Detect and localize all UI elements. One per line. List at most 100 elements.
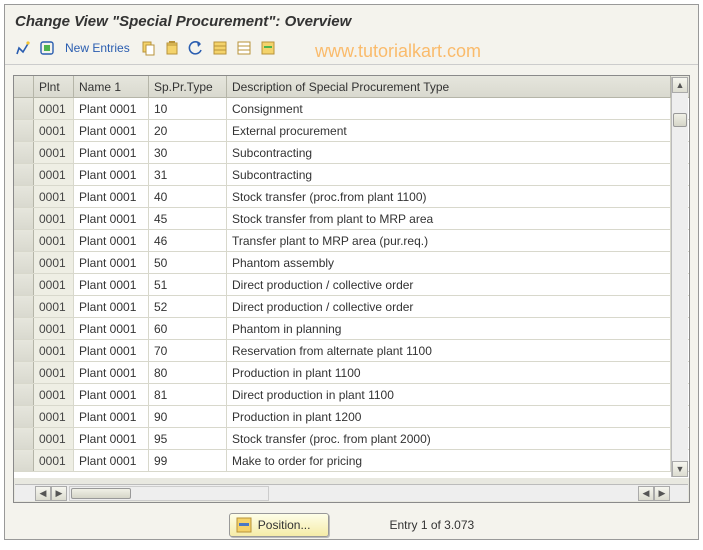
select-all-column-header[interactable] [14, 76, 34, 97]
cell-desc[interactable]: Direct production / collective order [227, 274, 671, 295]
horizontal-scrollbar: ◀ ▶ ◀ ▶ [15, 484, 688, 501]
cell-sptype[interactable]: 45 [149, 208, 227, 229]
row-selector[interactable] [14, 252, 34, 273]
row-selector[interactable] [14, 142, 34, 163]
position-icon [236, 517, 252, 533]
row-selector[interactable] [14, 120, 34, 141]
row-selector[interactable] [14, 428, 34, 449]
column-header-desc[interactable]: Description of Special Procurement Type [227, 76, 671, 97]
column-header-plnt[interactable]: Plnt [34, 76, 74, 97]
cell-sptype[interactable]: 50 [149, 252, 227, 273]
cell-sptype[interactable]: 81 [149, 384, 227, 405]
cell-plnt: 0001 [34, 230, 74, 251]
cell-sptype[interactable]: 46 [149, 230, 227, 251]
undo-change-icon[interactable] [186, 38, 206, 58]
cell-desc[interactable]: Stock transfer from plant to MRP area [227, 208, 671, 229]
table-row[interactable]: 0001Plant 000151Direct production / coll… [14, 274, 689, 296]
scroll-left-end-icon[interactable]: ◀ [638, 486, 654, 501]
cell-desc[interactable]: Production in plant 1200 [227, 406, 671, 427]
row-selector[interactable] [14, 296, 34, 317]
horizontal-scroll-track[interactable] [69, 486, 269, 501]
row-selector[interactable] [14, 98, 34, 119]
cell-sptype[interactable]: 90 [149, 406, 227, 427]
delete-icon[interactable] [162, 38, 182, 58]
column-header-sptype[interactable]: Sp.Pr.Type [149, 76, 227, 97]
cell-desc[interactable]: External procurement [227, 120, 671, 141]
deselect-all-icon[interactable] [234, 38, 254, 58]
cell-desc[interactable]: Phantom in planning [227, 318, 671, 339]
cell-sptype[interactable]: 80 [149, 362, 227, 383]
table-row[interactable]: 0001Plant 000150Phantom assembly [14, 252, 689, 274]
cell-sptype[interactable]: 52 [149, 296, 227, 317]
table-row[interactable]: 0001Plant 000145Stock transfer from plan… [14, 208, 689, 230]
row-selector[interactable] [14, 274, 34, 295]
cell-desc[interactable]: Subcontracting [227, 142, 671, 163]
vertical-scroll-thumb[interactable] [673, 113, 687, 127]
cell-sptype[interactable]: 95 [149, 428, 227, 449]
cell-plnt: 0001 [34, 340, 74, 361]
row-selector[interactable] [14, 230, 34, 251]
table-settings-icon[interactable] [258, 38, 278, 58]
cell-sptype[interactable]: 20 [149, 120, 227, 141]
cell-desc[interactable]: Direct production / collective order [227, 296, 671, 317]
data-grid: Plnt Name 1 Sp.Pr.Type Description of Sp… [13, 75, 690, 503]
row-selector[interactable] [14, 318, 34, 339]
column-header-name1[interactable]: Name 1 [74, 76, 149, 97]
cell-desc[interactable]: Subcontracting [227, 164, 671, 185]
cell-sptype[interactable]: 60 [149, 318, 227, 339]
select-all-icon[interactable] [210, 38, 230, 58]
cell-desc[interactable]: Make to order for pricing [227, 450, 671, 471]
cell-desc[interactable]: Production in plant 1100 [227, 362, 671, 383]
position-button[interactable]: Position... [229, 513, 330, 537]
scroll-up-icon[interactable]: ▲ [672, 77, 688, 93]
table-row[interactable]: 0001Plant 000181Direct production in pla… [14, 384, 689, 406]
scroll-right-end-icon[interactable]: ▶ [654, 486, 670, 501]
cell-desc[interactable]: Reservation from alternate plant 1100 [227, 340, 671, 361]
table-row[interactable]: 0001Plant 000199Make to order for pricin… [14, 450, 689, 472]
cell-desc[interactable]: Stock transfer (proc.from plant 1100) [227, 186, 671, 207]
table-row[interactable]: 0001Plant 000190Production in plant 1200 [14, 406, 689, 428]
table-row[interactable]: 0001Plant 000131Subcontracting [14, 164, 689, 186]
table-row[interactable]: 0001Plant 000170Reservation from alterna… [14, 340, 689, 362]
cell-desc[interactable]: Transfer plant to MRP area (pur.req.) [227, 230, 671, 251]
new-entries-button[interactable]: New Entries [61, 41, 134, 55]
table-row[interactable]: 0001Plant 000195Stock transfer (proc. fr… [14, 428, 689, 450]
scroll-left-icon[interactable]: ◀ [35, 486, 51, 501]
cell-plnt: 0001 [34, 406, 74, 427]
vertical-scrollbar[interactable]: ▲ ▼ [671, 77, 688, 477]
row-selector[interactable] [14, 384, 34, 405]
row-selector[interactable] [14, 340, 34, 361]
row-selector[interactable] [14, 186, 34, 207]
cell-desc[interactable]: Consignment [227, 98, 671, 119]
copy-as-icon[interactable] [138, 38, 158, 58]
row-selector[interactable] [14, 406, 34, 427]
table-row[interactable]: 0001Plant 000110Consignment [14, 98, 689, 120]
row-selector[interactable] [14, 208, 34, 229]
cell-sptype[interactable]: 40 [149, 186, 227, 207]
table-row[interactable]: 0001Plant 000160Phantom in planning [14, 318, 689, 340]
cell-plnt: 0001 [34, 274, 74, 295]
table-row[interactable]: 0001Plant 000120External procurement [14, 120, 689, 142]
select-view-icon[interactable] [37, 38, 57, 58]
cell-sptype[interactable]: 70 [149, 340, 227, 361]
cell-desc[interactable]: Phantom assembly [227, 252, 671, 273]
table-row[interactable]: 0001Plant 000140Stock transfer (proc.fro… [14, 186, 689, 208]
table-row[interactable]: 0001Plant 000152Direct production / coll… [14, 296, 689, 318]
scroll-right-icon[interactable]: ▶ [51, 486, 67, 501]
cell-sptype[interactable]: 10 [149, 98, 227, 119]
toggle-display-change-icon[interactable] [13, 38, 33, 58]
table-row[interactable]: 0001Plant 000130Subcontracting [14, 142, 689, 164]
cell-desc[interactable]: Stock transfer (proc. from plant 2000) [227, 428, 671, 449]
cell-sptype[interactable]: 31 [149, 164, 227, 185]
cell-sptype[interactable]: 51 [149, 274, 227, 295]
table-row[interactable]: 0001Plant 000146Transfer plant to MRP ar… [14, 230, 689, 252]
scroll-down-icon[interactable]: ▼ [672, 461, 688, 477]
row-selector[interactable] [14, 164, 34, 185]
cell-sptype[interactable]: 99 [149, 450, 227, 471]
row-selector[interactable] [14, 362, 34, 383]
row-selector[interactable] [14, 450, 34, 471]
horizontal-scroll-thumb[interactable] [71, 488, 131, 499]
cell-desc[interactable]: Direct production in plant 1100 [227, 384, 671, 405]
table-row[interactable]: 0001Plant 000180Production in plant 1100 [14, 362, 689, 384]
cell-sptype[interactable]: 30 [149, 142, 227, 163]
